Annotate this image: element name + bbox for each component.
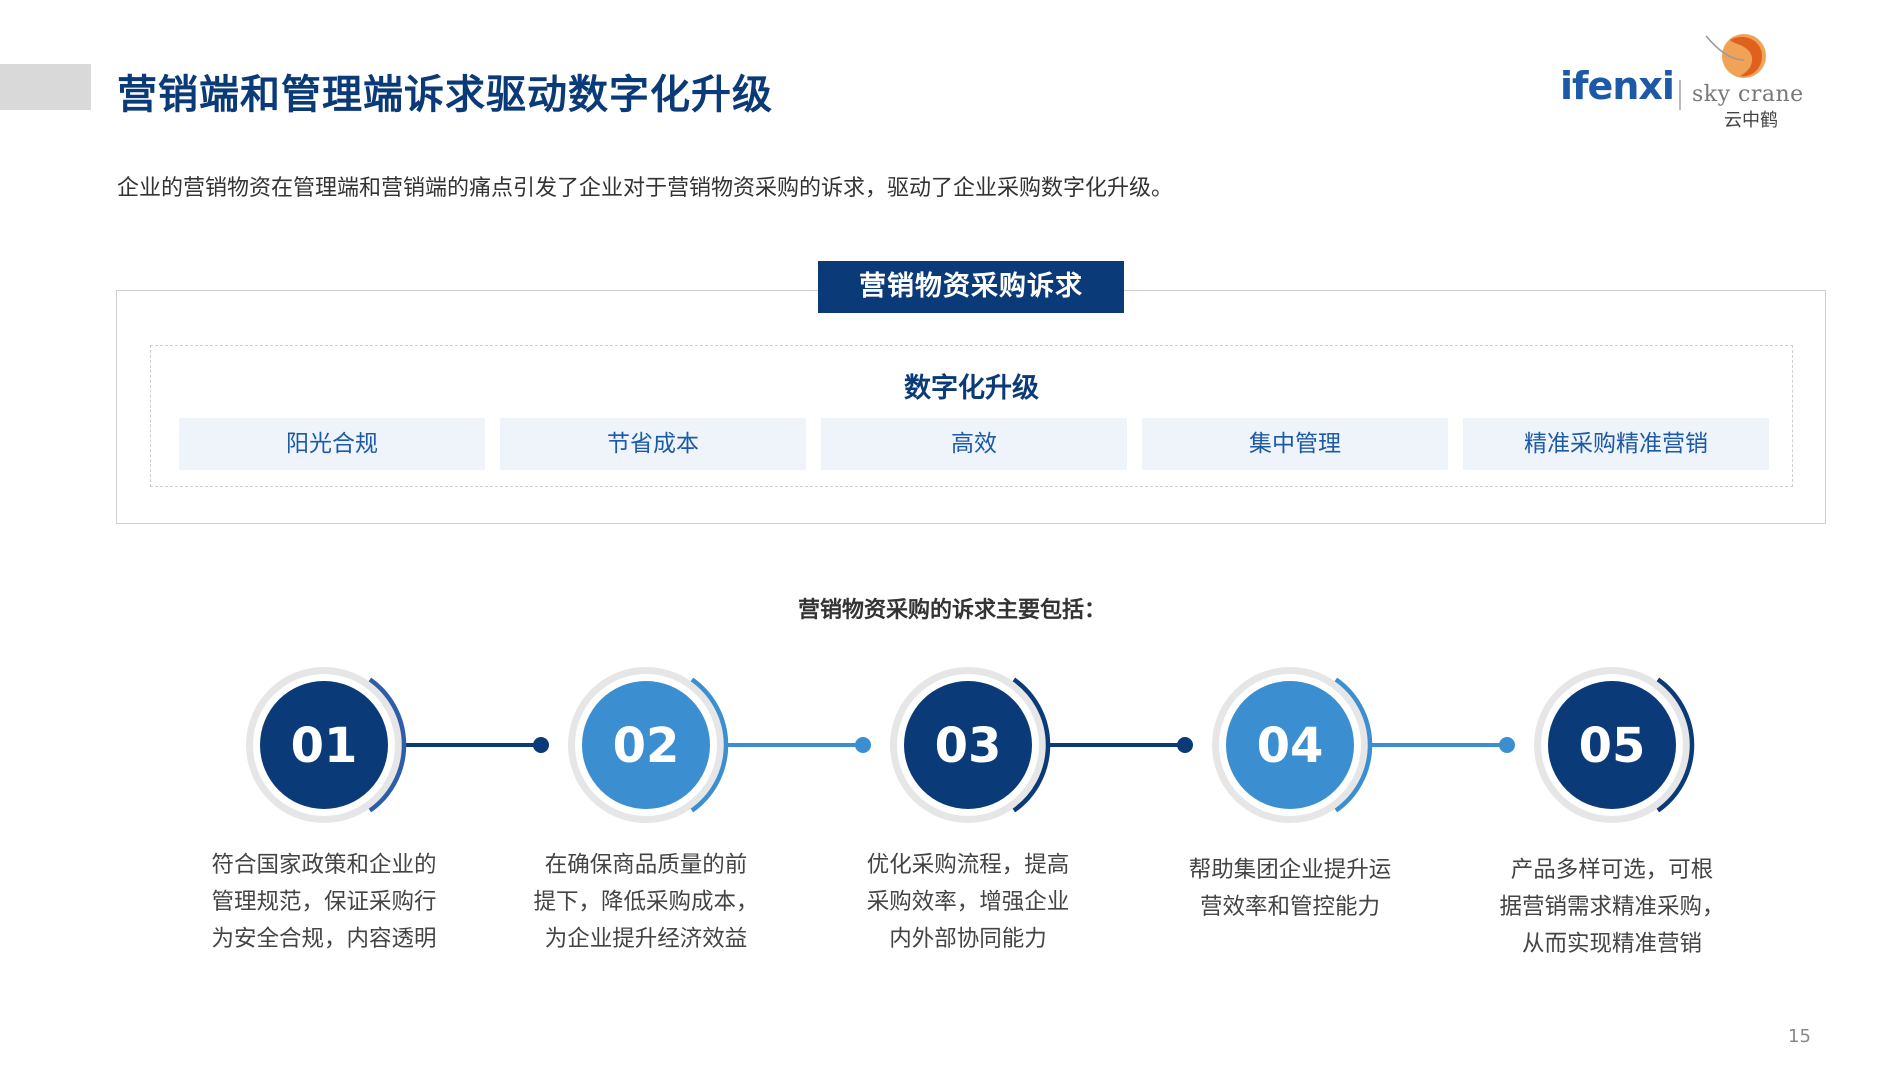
title-accent-bar [0, 64, 91, 110]
step-description-line: 营效率和管控能力 [1199, 894, 1380, 920]
skycrane-logo-icon [1705, 34, 1766, 78]
step-description-line: 帮助集团企业提升运 [1188, 857, 1392, 883]
step-number: 05 [1579, 718, 1646, 774]
feature-central-management: 集中管理 [1142, 418, 1448, 470]
step-description-line: 优化采购流程，提高 [866, 852, 1070, 878]
ifenxi-logo: ifenxi [1560, 64, 1675, 108]
logo-divider [1679, 80, 1681, 110]
skycrane-logo-text: sky crane [1692, 82, 1804, 107]
step-description: 符合国家政策和企业的 管理规范，保证采购行 为安全合规，内容透明 [194, 847, 454, 958]
step-number: 02 [613, 718, 680, 774]
steps-subtitle: 营销物资采购的诉求主要包括： [797, 598, 1106, 623]
page-number: 15 [1788, 1026, 1811, 1047]
step-description-line: 为企业提升经济效益 [544, 926, 748, 952]
intro-text: 企业的营销物资在管理端和营销端的痛点引发了企业对于营销物资采购的诉求，驱动了企业… [117, 176, 1174, 201]
feature-precision-marketing: 精准采购精准营销 [1463, 418, 1769, 470]
step-description: 帮助集团企业提升运 营效率和管控能力 [1160, 852, 1420, 926]
feature-cost-saving: 节省成本 [500, 418, 806, 470]
step-description: 优化采购流程，提高 采购效率，增强企业 内外部协同能力 [838, 847, 1098, 958]
step-description-line: 采购效率，增强企业 [866, 889, 1070, 915]
step-description-line: 提下，降低采购成本， [533, 889, 759, 915]
digital-upgrade-title: 数字化升级 [904, 373, 1039, 404]
step-description-line: 产品多样可选，可根 [1510, 857, 1714, 883]
connector-dot [1499, 737, 1515, 753]
step-number: 04 [1257, 718, 1324, 774]
step-description-line: 在确保商品质量的前 [544, 852, 748, 878]
step-description-line: 内外部协同能力 [889, 926, 1047, 952]
step-description-line: 符合国家政策和企业的 [211, 852, 437, 878]
step-description: 在确保商品质量的前 提下，降低采购成本， 为企业提升经济效益 [516, 847, 776, 958]
step-description: 产品多样可选，可根 据营销需求精准采购， 从而实现精准营销 [1482, 852, 1742, 963]
step-number: 03 [935, 718, 1002, 774]
step-description-line: 据营销需求精准采购， [1499, 894, 1725, 920]
skycrane-logo-cn: 云中鹤 [1724, 110, 1778, 131]
feature-efficiency: 高效 [821, 418, 1127, 470]
demand-tag: 营销物资采购诉求 [818, 261, 1124, 313]
page-title: 营销端和管理端诉求驱动数字化升级 [117, 72, 773, 118]
step-number: 01 [291, 718, 358, 774]
step-description-line: 从而实现精准营销 [1521, 931, 1702, 957]
step-description-line: 为安全合规，内容透明 [211, 926, 437, 952]
connector-dot [1177, 737, 1193, 753]
connector-dot [533, 737, 549, 753]
connector-dot [855, 737, 871, 753]
feature-compliance: 阳光合规 [179, 418, 485, 470]
step-description-line: 管理规范，保证采购行 [211, 889, 437, 915]
